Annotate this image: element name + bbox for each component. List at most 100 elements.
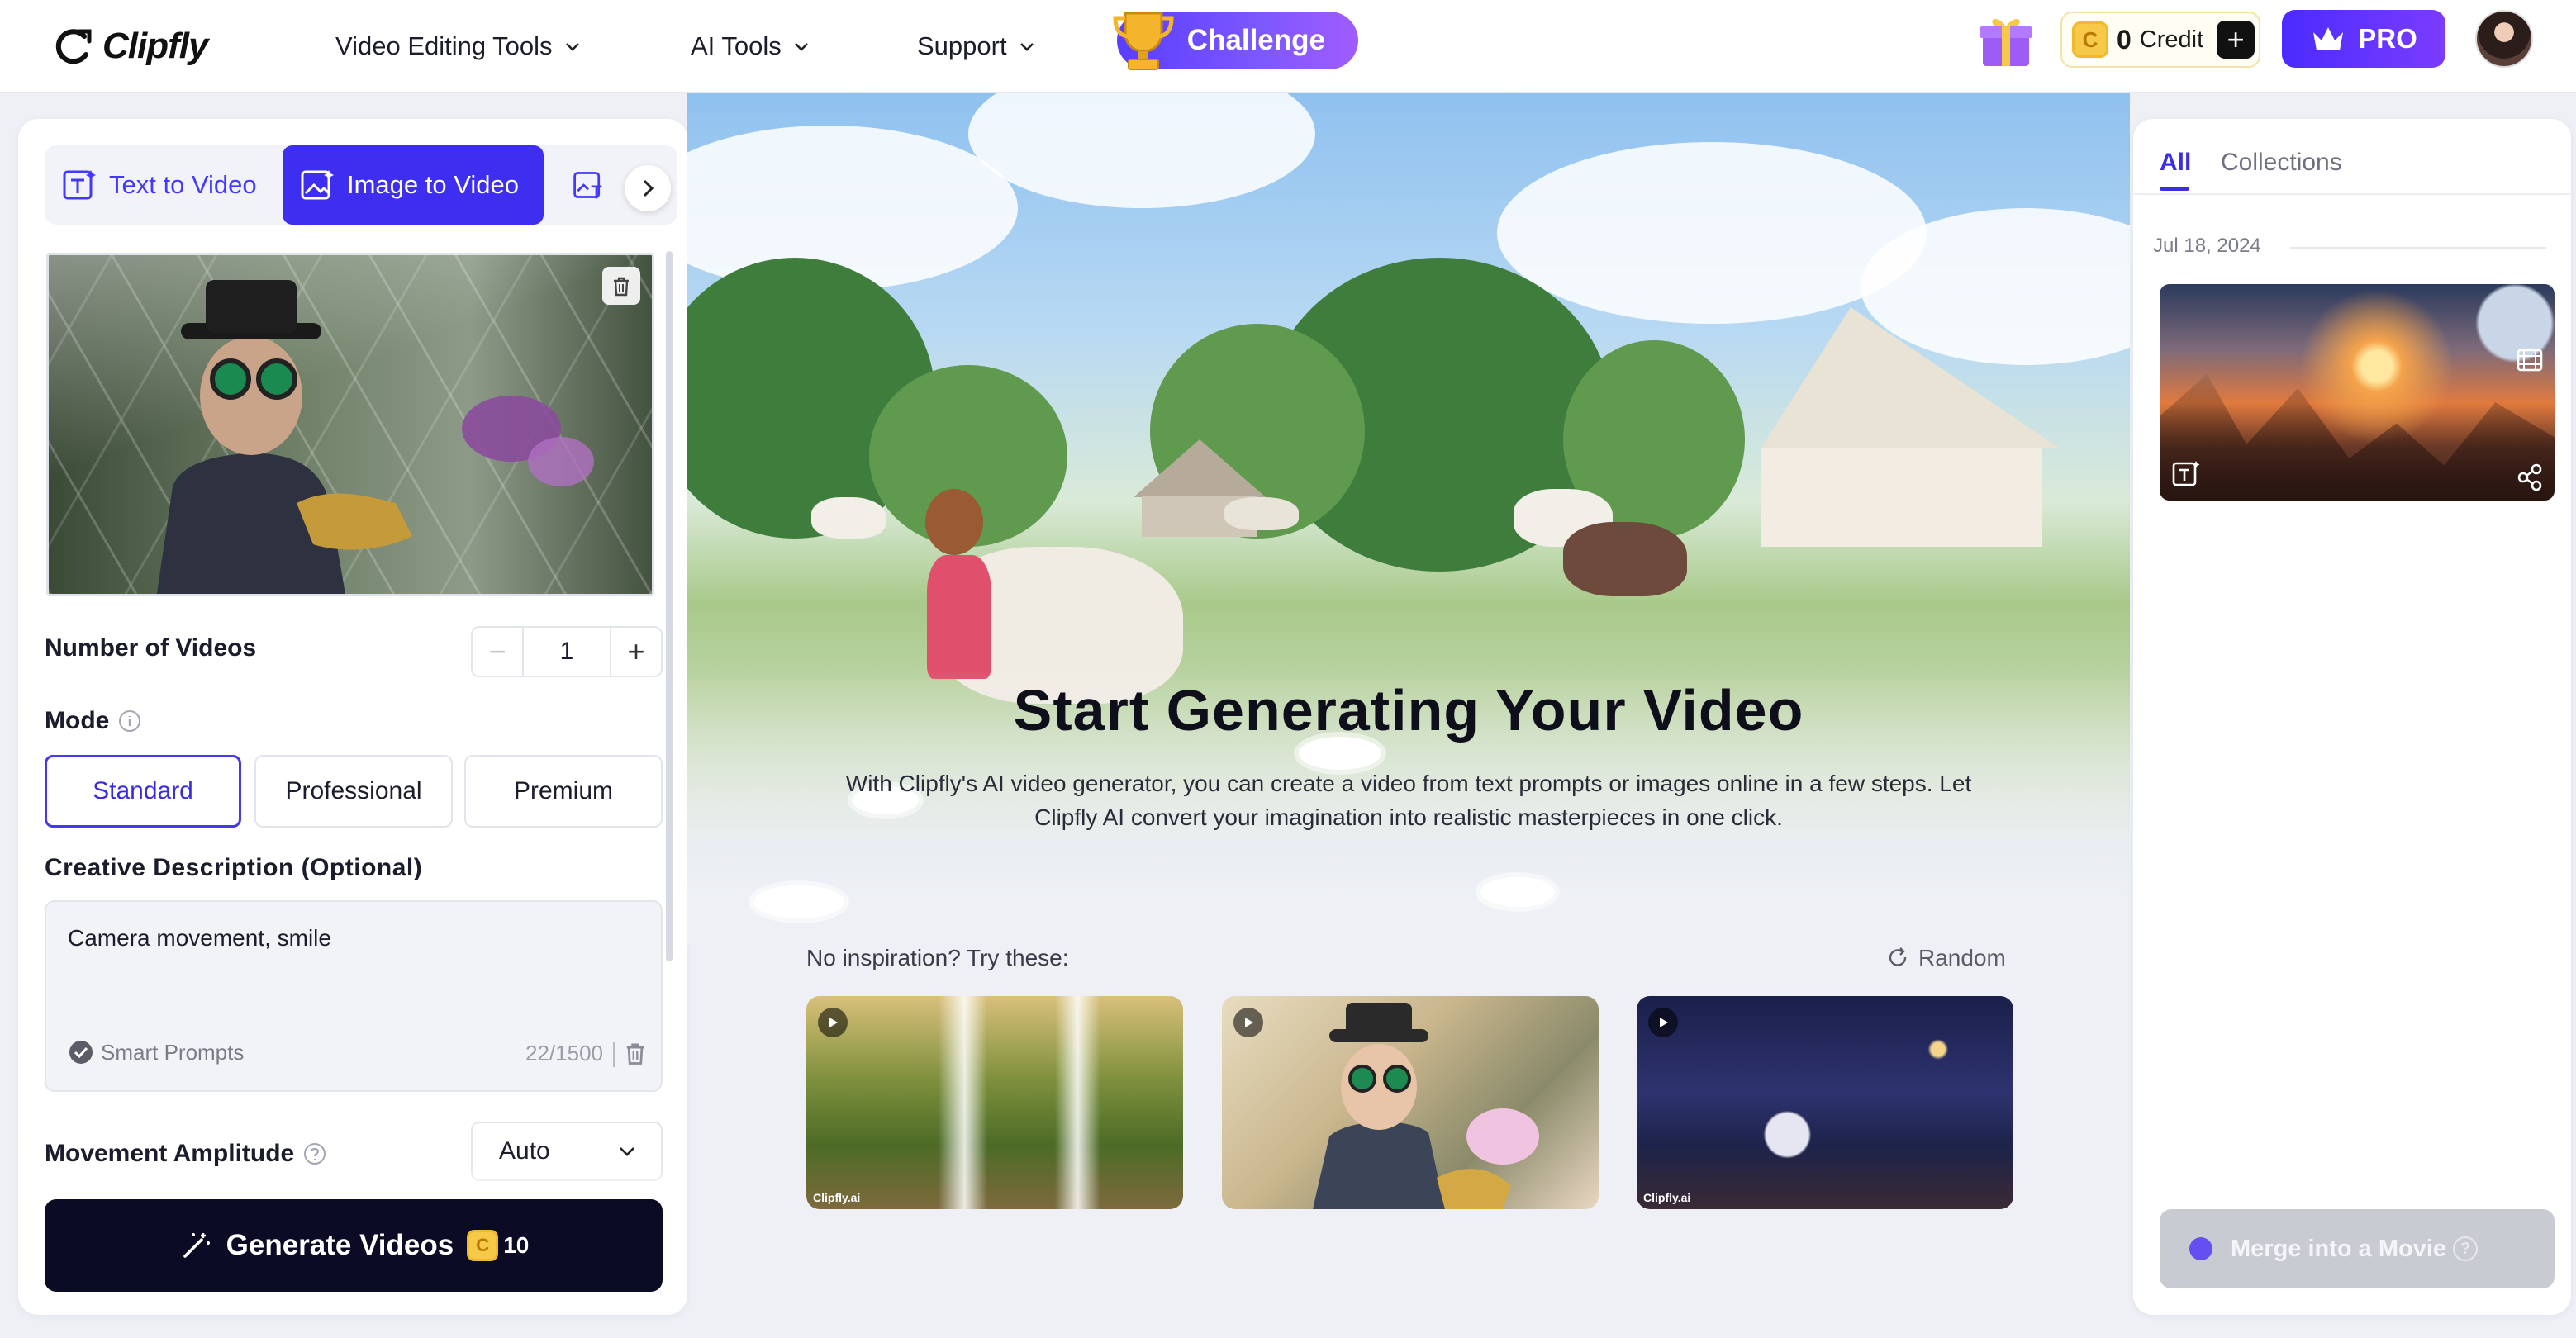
increment-button[interactable]: + xyxy=(610,628,661,676)
scroll-fade xyxy=(18,1166,687,1199)
user-avatar[interactable] xyxy=(2475,10,2533,68)
mode-premium-button[interactable]: Premium xyxy=(464,755,663,828)
play-icon xyxy=(1648,1008,1678,1037)
nav-support[interactable]: Support xyxy=(917,21,1037,71)
merge-into-movie-button[interactable]: Merge into a Movie ? xyxy=(2160,1209,2555,1288)
nav-label: AI Tools xyxy=(691,31,782,60)
cloud xyxy=(968,93,1315,208)
video-count-value[interactable]: 1 xyxy=(524,628,610,676)
pro-button[interactable]: PRO xyxy=(2282,10,2445,68)
cow xyxy=(811,497,886,539)
trash-icon xyxy=(614,277,629,297)
magic-wand-icon xyxy=(183,1233,210,1258)
history-video-thumbnail[interactable] xyxy=(2160,284,2555,501)
inspiration-label: No inspiration? Try these: xyxy=(806,945,1069,970)
watermark: Clipfly.ai xyxy=(1643,1191,1691,1204)
hero-title: Start Generating Your Video xyxy=(1013,678,1804,743)
number-of-videos-label: Number of Videos xyxy=(45,634,256,662)
char-count: 22/1500 xyxy=(525,1041,603,1065)
example-video-unicorn[interactable]: Clipfly.ai xyxy=(1637,996,2013,1209)
image-text-icon xyxy=(573,172,602,199)
select-dot xyxy=(2189,1237,2212,1260)
creative-description-label: Creative Description (Optional) xyxy=(45,854,422,882)
mode-label: Premium xyxy=(513,777,613,804)
active-tab-indicator xyxy=(2160,187,2189,191)
smart-prompts-toggle[interactable]: Smart Prompts xyxy=(68,1039,244,1065)
clear-text-icon[interactable] xyxy=(621,1039,649,1067)
video-count-stepper: − 1 + xyxy=(471,626,663,677)
chevron-down-icon xyxy=(565,43,579,51)
cow xyxy=(1224,497,1299,530)
generator-panel: Text to Video Image to Video Number of V… xyxy=(18,119,687,1315)
decrement-button[interactable]: − xyxy=(473,628,524,676)
logo-text: Clipfly xyxy=(102,26,208,66)
add-credit-button[interactable]: + xyxy=(2217,21,2255,59)
history-date: Jul 18, 2024 xyxy=(2153,235,2261,257)
mode-label: Professional xyxy=(285,777,422,804)
example-video-steampunk[interactable] xyxy=(1222,996,1599,1209)
logo-icon xyxy=(55,29,92,64)
example-video-waterfall[interactable]: Clipfly.ai xyxy=(806,996,1183,1209)
daisy xyxy=(753,885,844,918)
chevron-down-icon xyxy=(1019,43,1034,51)
label-text: Movement Amplitude xyxy=(45,1140,295,1167)
nav-ai-tools[interactable]: AI Tools xyxy=(691,21,811,71)
credit-balance[interactable]: C 0 Credit + xyxy=(2060,12,2260,68)
chevron-right-icon xyxy=(643,179,654,197)
daisy xyxy=(1480,877,1555,907)
random-button[interactable]: Random xyxy=(1885,945,2006,971)
steampunk-cartoon xyxy=(1313,1003,1539,1209)
delete-image-button[interactable] xyxy=(602,267,640,305)
cost-value: 10 xyxy=(503,1232,530,1258)
clipfly-logo[interactable]: Clipfly xyxy=(55,18,208,74)
cloud xyxy=(687,126,1018,291)
check-circle-icon xyxy=(69,1041,93,1064)
challenge-button[interactable]: Challenge xyxy=(1113,12,1358,70)
panel-scrollbar[interactable] xyxy=(666,251,673,961)
crown-icon xyxy=(2313,27,2344,50)
generate-cost: C 10 xyxy=(467,1230,529,1261)
creative-description-input[interactable]: Camera movement, smile Smart Prompts 22/… xyxy=(45,900,663,1092)
help-icon[interactable]: ? xyxy=(2453,1236,2479,1261)
help-icon[interactable] xyxy=(302,1141,327,1166)
tab-label: All xyxy=(2160,149,2192,176)
trophy-icon xyxy=(1113,12,1174,70)
girl-dress xyxy=(927,555,991,679)
pro-label: PRO xyxy=(2358,23,2417,54)
mode-professional-button[interactable]: Professional xyxy=(254,755,453,828)
label-text: Mode xyxy=(45,707,110,734)
tab-all[interactable]: All xyxy=(2160,149,2191,177)
chevron-down-icon xyxy=(794,43,808,51)
mode-label: Mode xyxy=(45,707,142,735)
label-text: Creative Description (Optional) xyxy=(45,854,423,881)
film-edit-icon[interactable] xyxy=(2515,345,2545,375)
tab-collections[interactable]: Collections xyxy=(2221,149,2342,177)
top-header: Clipfly Video Editing Tools AI Tools Sup… xyxy=(0,0,2576,93)
generate-videos-button[interactable]: Generate Videos C 10 xyxy=(45,1199,663,1292)
nav-label: Support xyxy=(917,31,1007,60)
tab-label: Text to Video xyxy=(109,170,257,199)
share-icon[interactable] xyxy=(2515,463,2545,492)
image-to-video-icon xyxy=(301,170,334,200)
tab-more-mode[interactable] xyxy=(555,145,605,225)
tab-text-to-video[interactable]: Text to Video xyxy=(45,145,273,225)
generate-label: Generate Videos xyxy=(226,1229,454,1261)
info-icon[interactable] xyxy=(117,709,142,733)
chevron-down-icon xyxy=(620,1147,634,1156)
uploaded-image-preview[interactable] xyxy=(46,253,654,596)
date-divider xyxy=(2290,247,2546,249)
mode-standard-button[interactable]: Standard xyxy=(45,755,241,828)
coin-icon: C xyxy=(2072,21,2108,58)
tab-label: Collections xyxy=(2221,149,2342,176)
mode-tabs: Text to Video Image to Video xyxy=(45,145,677,225)
credit-amount: 0 xyxy=(2117,24,2132,55)
gift-icon[interactable] xyxy=(1976,12,2036,71)
challenge-label: Challenge xyxy=(1186,24,1325,56)
tab-image-to-video[interactable]: Image to Video xyxy=(283,145,544,225)
merge-label: Merge into a Movie xyxy=(2231,1235,2447,1262)
description-text[interactable]: Camera movement, smile xyxy=(68,925,331,951)
nav-video-editing-tools[interactable]: Video Editing Tools xyxy=(335,21,582,71)
play-icon xyxy=(818,1008,848,1037)
tabs-next-button[interactable] xyxy=(625,165,671,211)
credit-label: Credit xyxy=(2139,26,2204,53)
